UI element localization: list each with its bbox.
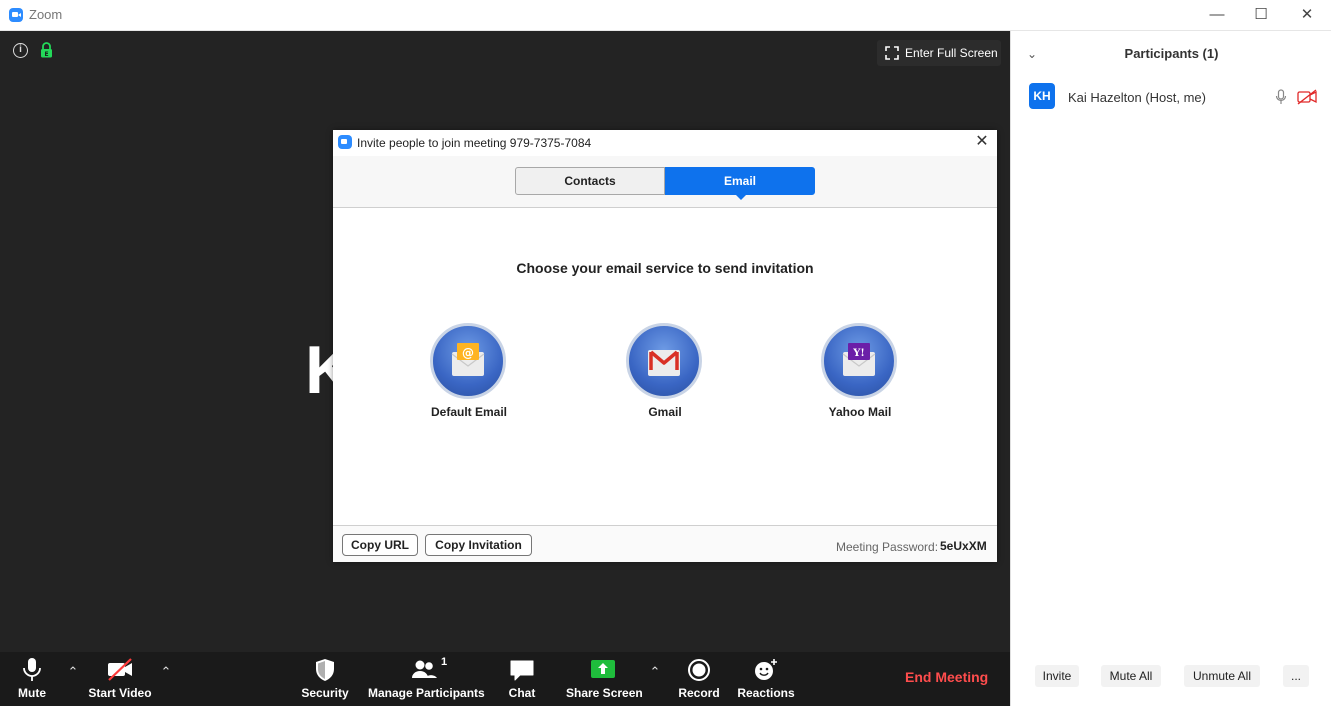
reactions-smiley-icon	[755, 659, 777, 680]
info-icon[interactable]: i	[13, 43, 28, 58]
share-screen-label: Share Screen	[566, 686, 643, 700]
window-title: Zoom	[29, 7, 63, 22]
mute-all-button[interactable]: Mute All	[1101, 665, 1161, 687]
yahoo-mail-label: Yahoo Mail	[828, 405, 892, 419]
tab-contacts[interactable]: Contacts	[515, 167, 665, 195]
record-label: Record	[678, 686, 720, 700]
meeting-password-label: Meeting Password:	[836, 540, 939, 554]
participants-icon	[412, 660, 437, 678]
unmute-all-button[interactable]: Unmute All	[1184, 665, 1260, 687]
video-options-chevron-up-icon[interactable]: ⌃	[159, 664, 173, 679]
invite-dialog: Invite people to join meeting 979-7375-7…	[333, 130, 997, 562]
share-screen-icon	[591, 660, 615, 678]
record-icon	[688, 659, 710, 681]
meeting-password-value: 5eUxXM	[940, 539, 987, 553]
microphone-icon	[23, 658, 41, 681]
reactions-label: Reactions	[737, 686, 795, 700]
zoom-logo-icon	[338, 135, 352, 149]
gmail-icon	[626, 323, 702, 399]
close-icon[interactable]: ✕	[1287, 4, 1327, 26]
window-titlebar: Zoom — ☐ ✕	[0, 0, 1331, 31]
svg-text:E: E	[44, 51, 48, 58]
zoom-logo-icon	[9, 8, 23, 22]
start-video-label: Start Video	[88, 686, 152, 700]
gmail-label: Gmail	[648, 405, 682, 419]
maximize-icon[interactable]: ☐	[1241, 4, 1281, 26]
record-button[interactable]: Record	[676, 652, 722, 706]
svg-text:@: @	[462, 346, 474, 360]
share-options-chevron-up-icon[interactable]: ⌃	[648, 664, 662, 679]
video-off-icon	[108, 658, 132, 681]
invite-button[interactable]: Invite	[1035, 665, 1079, 687]
reactions-button[interactable]: Reactions	[736, 652, 796, 706]
chat-label: Chat	[508, 686, 536, 700]
invite-tab-bar: Contacts Email	[333, 156, 997, 208]
participant-name: Kai Hazelton (Host, me)	[1068, 90, 1206, 105]
audio-options-chevron-up-icon[interactable]: ⌃	[66, 664, 80, 679]
invite-dialog-title: Invite people to join meeting 979-7375-7…	[357, 136, 592, 150]
email-service-heading: Choose your email service to send invita…	[516, 260, 814, 276]
gmail-button[interactable]: Gmail	[600, 323, 730, 423]
minimize-icon[interactable]: —	[1197, 4, 1237, 26]
start-video-button[interactable]: Start Video	[85, 652, 155, 706]
participant-row[interactable]: KH Kai Hazelton (Host, me)	[1029, 83, 1319, 111]
more-options-button[interactable]: ...	[1283, 665, 1309, 687]
participant-count-badge: 1	[441, 656, 448, 668]
copy-invitation-button[interactable]: Copy Invitation	[425, 534, 532, 556]
yahoo-mail-button[interactable]: Y! Yahoo Mail	[795, 323, 925, 423]
avatar: KH	[1029, 83, 1055, 109]
share-screen-button[interactable]: Share Screen	[566, 652, 643, 706]
chat-bubble-icon	[510, 660, 534, 681]
manage-participants-button[interactable]: 1 Manage Participants	[368, 652, 485, 706]
default-email-label: Default Email	[430, 405, 508, 419]
close-icon[interactable]: ✕	[973, 133, 991, 151]
participant-video-off-icon[interactable]	[1297, 89, 1317, 105]
tab-email[interactable]: Email	[665, 167, 815, 200]
security-button[interactable]: Security	[298, 652, 352, 706]
mute-label: Mute	[18, 686, 46, 700]
invite-dialog-footer: Copy URL Copy Invitation Meeting Passwor…	[333, 525, 997, 562]
enter-full-screen-button[interactable]: Enter Full Screen	[877, 40, 1001, 66]
participants-panel-title: Participants (1)	[1124, 46, 1219, 61]
end-meeting-button[interactable]: End Meeting	[905, 669, 1013, 685]
fullscreen-icon	[885, 46, 899, 60]
participant-microphone-icon[interactable]	[1275, 89, 1287, 105]
shield-icon	[316, 659, 334, 681]
invite-dialog-titlebar: Invite people to join meeting 979-7375-7…	[333, 130, 997, 156]
manage-participants-label: Manage Participants	[368, 686, 485, 700]
svg-text:Y!: Y!	[852, 348, 865, 359]
enter-full-screen-label: Enter Full Screen	[905, 46, 998, 60]
default-email-button[interactable]: @ Default Email	[404, 323, 534, 423]
copy-url-button[interactable]: Copy URL	[342, 534, 418, 556]
mute-button[interactable]: Mute	[10, 652, 54, 706]
chat-button[interactable]: Chat	[500, 652, 544, 706]
participants-panel: ⌄ Participants (1) KH Kai Hazelton (Host…	[1010, 31, 1331, 706]
yahoo-mail-icon: Y!	[821, 323, 897, 399]
security-label: Security	[301, 686, 349, 700]
meeting-toolbar: Mute ⌃ Start Video ⌃ Security 1 Manage P…	[0, 652, 1010, 706]
default-email-icon: @	[430, 323, 506, 399]
lock-icon[interactable]: E	[40, 42, 53, 58]
